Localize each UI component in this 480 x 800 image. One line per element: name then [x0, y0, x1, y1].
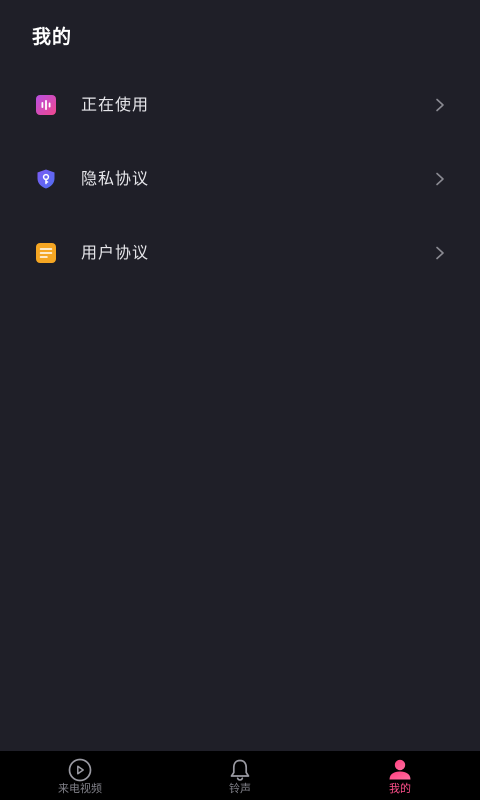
chevron-right-icon: [436, 172, 444, 186]
equalizer-icon: [36, 95, 56, 115]
user-icon: [389, 759, 411, 780]
menu-item-label: 用户协议: [81, 243, 150, 262]
page-title: 我的: [32, 26, 73, 48]
bell-icon: [230, 759, 250, 781]
settings-menu: 正在使用 隐私协议 用户协议: [0, 68, 480, 290]
chevron-right-icon: [436, 246, 444, 260]
menu-item-user-agreement[interactable]: 用户协议: [0, 216, 480, 290]
menu-item-label: 正在使用: [81, 95, 150, 114]
tab-label: 铃声: [229, 782, 251, 795]
menu-item-in-use[interactable]: 正在使用: [0, 68, 480, 142]
profile-screen: 我的 正在使用 隐私协议 用户协议 来电视频 铃声 我的: [0, 0, 480, 800]
document-icon: [36, 243, 56, 263]
chevron-right-icon: [436, 98, 444, 112]
tab-incoming-video[interactable]: 来电视频: [0, 751, 160, 800]
menu-item-label: 隐私协议: [81, 169, 150, 188]
tab-label: 我的: [389, 782, 411, 795]
play-circle-icon: [68, 758, 92, 782]
menu-item-privacy-policy[interactable]: 隐私协议: [0, 142, 480, 216]
tab-ringtones[interactable]: 铃声: [160, 751, 320, 800]
bottom-nav: 来电视频 铃声 我的: [0, 751, 480, 800]
tab-label: 来电视频: [58, 782, 102, 795]
tab-mine[interactable]: 我的: [320, 751, 480, 800]
shield-key-icon: [37, 169, 55, 189]
